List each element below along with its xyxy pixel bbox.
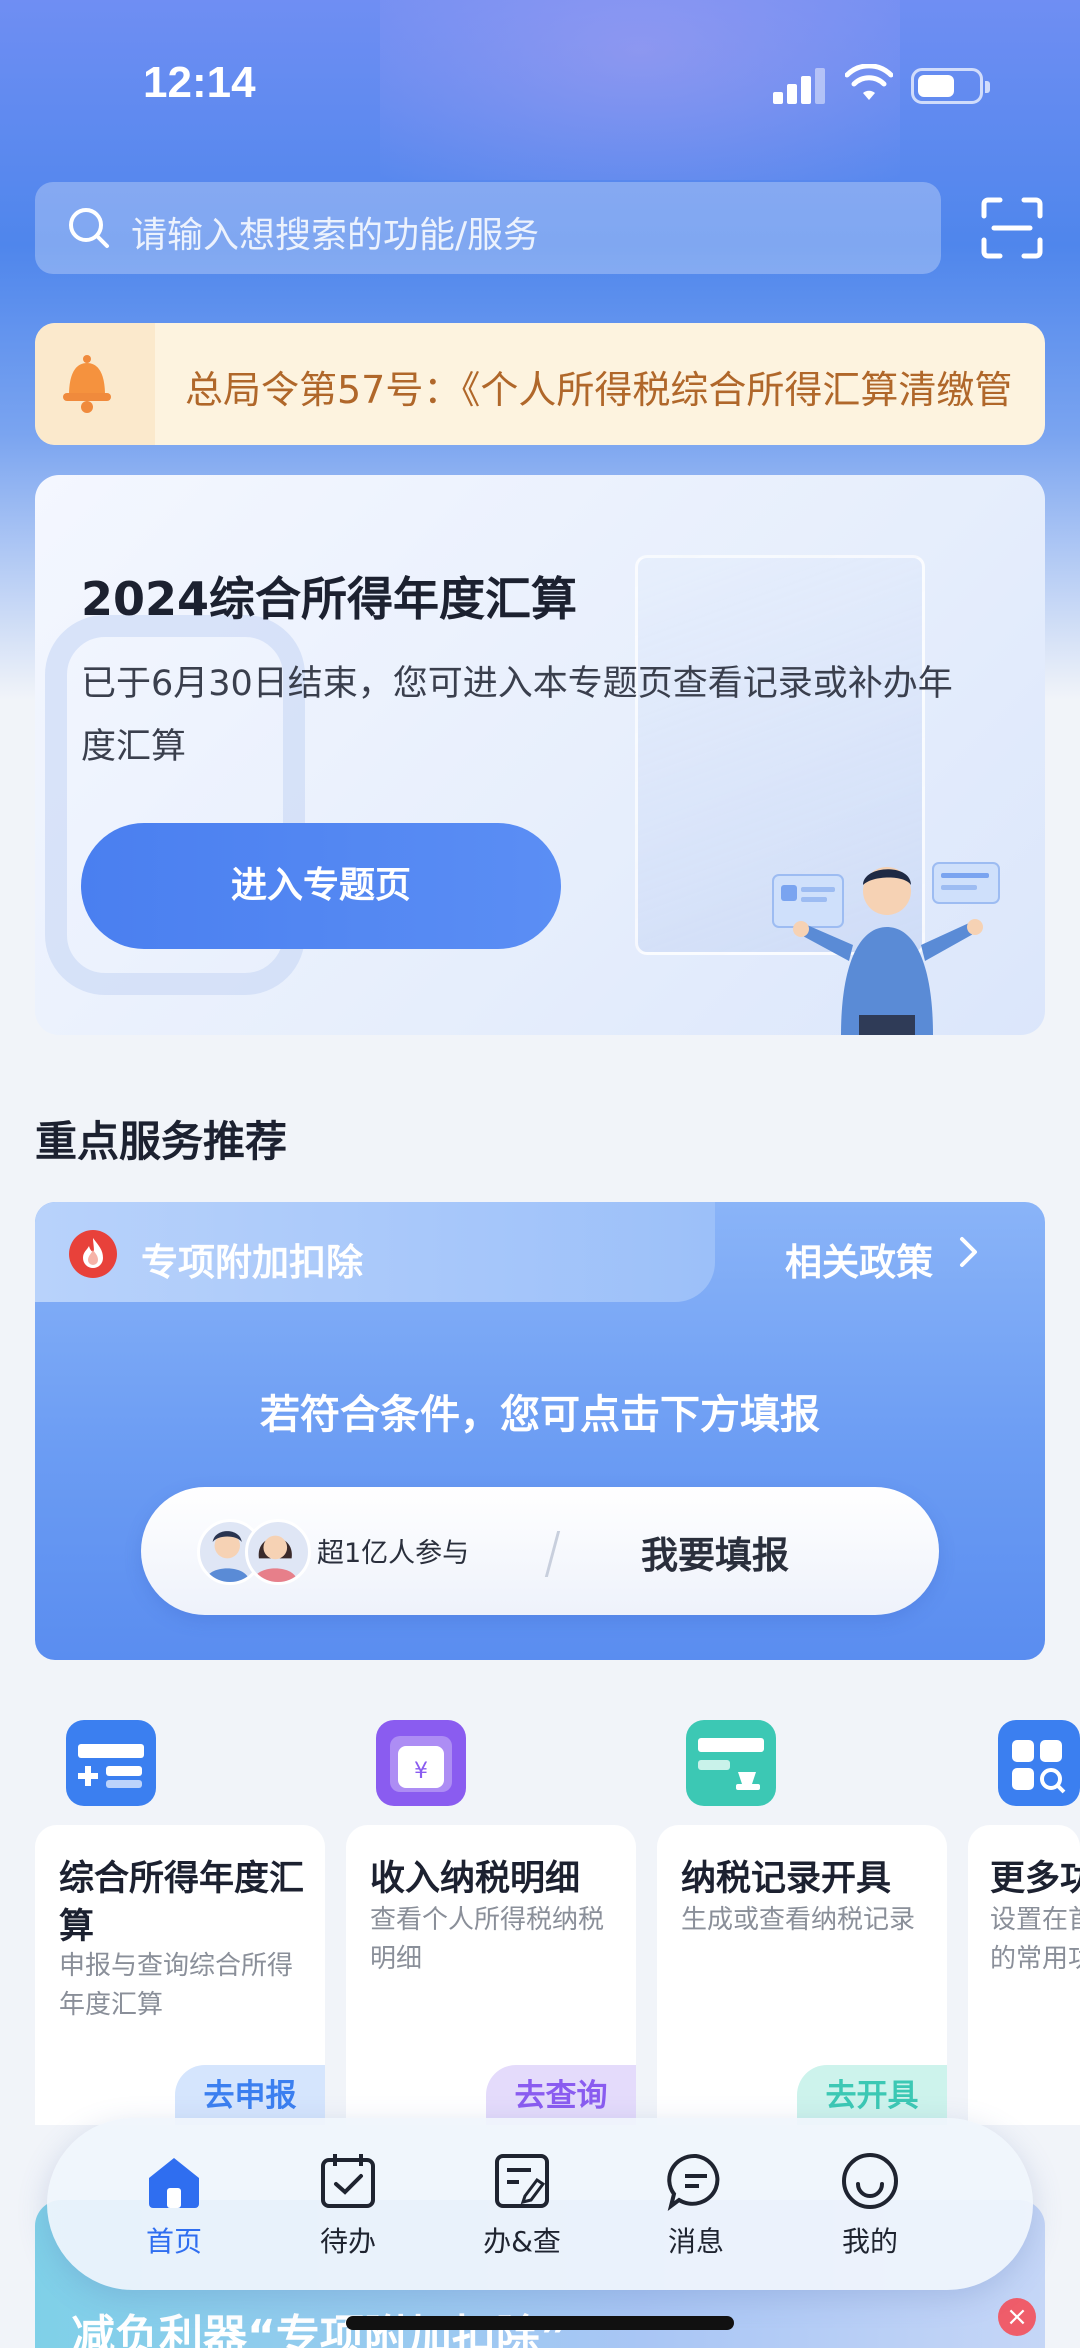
banner-title: 2024综合所得年度汇算 xyxy=(81,572,578,626)
service-card-more[interactable]: 更多功能 设置在首页的常用功能 xyxy=(968,1825,1080,2125)
annual-settlement-banner[interactable]: 2024综合所得年度汇算 已于6月30日结束，您可进入本专题页查看记录或补办年度… xyxy=(35,475,1045,1035)
scan-icon[interactable] xyxy=(980,196,1044,260)
card-title: 纳税记录开具 xyxy=(681,1859,892,1899)
smile-icon xyxy=(842,2153,898,2209)
bell-container xyxy=(35,323,155,445)
card-description: 设置在首页的常用功能 xyxy=(990,1905,1080,1974)
fire-icon xyxy=(69,1230,117,1278)
section-title: 重点服务推荐 xyxy=(35,1117,288,1166)
fill-report-pill[interactable]: 超1亿人参与 我要填报 xyxy=(141,1487,939,1615)
message-icon xyxy=(667,2153,720,2211)
close-icon[interactable]: × xyxy=(998,2298,1036,2336)
notice-bar[interactable]: 总局令第57号：《个人所得税综合所得汇算清缴管 xyxy=(35,323,1045,445)
deduction-prompt: 若符合条件，您可点击下方填报 xyxy=(260,1392,820,1438)
card-title: 更多功能 xyxy=(990,1859,1080,1899)
person-illustration xyxy=(772,862,1000,1035)
avatar xyxy=(245,1519,311,1585)
battery-icon xyxy=(911,68,990,104)
tab-messages[interactable]: 消息 xyxy=(631,2150,761,2270)
tab-label: 我的 xyxy=(841,2225,898,2258)
document-edit-icon xyxy=(495,2154,549,2208)
card-title: 综合所得年度汇算 xyxy=(59,1859,305,1947)
tab-label: 待办 xyxy=(319,2225,376,2258)
status-time: 12:14 xyxy=(143,58,256,107)
card-description: 生成或查看纳税记录 xyxy=(681,1905,916,1935)
home-icon xyxy=(149,2158,199,2208)
service-card-tax-record[interactable]: 纳税记录开具 生成或查看纳税记录 去开具 xyxy=(657,1825,947,2125)
bottom-tab-bar: 首页 待办 办&查 消息 我的 xyxy=(47,2118,1033,2290)
service-card-annual-settlement[interactable]: 综合所得年度汇算 申报与查询综合所得年度汇算 去申报 xyxy=(35,1825,325,2125)
signal-icon xyxy=(773,68,827,104)
chevron-right-icon[interactable] xyxy=(950,1234,986,1270)
participants-count: 超1亿人参与 xyxy=(317,1538,470,1569)
tab-todo[interactable]: 待办 xyxy=(283,2150,413,2270)
svg-text:¥: ¥ xyxy=(414,1759,428,1784)
tab-label: 办&查 xyxy=(483,2225,561,2258)
related-policy-link[interactable]: 相关政策 xyxy=(785,1232,933,1286)
enter-topic-button[interactable]: 进入专题页 xyxy=(81,823,561,949)
tab-handle-query[interactable]: 办&查 xyxy=(457,2150,587,2270)
card-description: 查看个人所得税纳税明细 xyxy=(370,1905,605,1974)
banner-description: 已于6月30日结束，您可进入本专题页查看记录或补办年度汇算 xyxy=(81,664,953,767)
tab-home[interactable]: 首页 xyxy=(109,2150,239,2270)
calendar-check-icon xyxy=(321,2154,375,2208)
annual-settlement-icon xyxy=(66,1720,156,1806)
tab-label: 首页 xyxy=(145,2225,202,2258)
home-indicator xyxy=(346,2316,734,2330)
go-query-button[interactable]: 去查询 xyxy=(486,2065,636,2125)
card-description: 申报与查询综合所得年度汇算 xyxy=(59,1951,294,2020)
deduction-title: 专项附加扣除 xyxy=(141,1241,363,1284)
more-apps-icon xyxy=(998,1720,1080,1806)
bell-icon xyxy=(63,355,111,413)
special-deduction-card: 专项附加扣除 相关政策 若符合条件，您可点击下方填报 超1亿人参与 我要填报 xyxy=(35,1202,1045,1660)
divider xyxy=(544,1531,561,1577)
search-input[interactable]: 请输入想搜索的功能/服务 xyxy=(35,182,941,274)
status-bar: 12:14 xyxy=(0,0,1080,170)
service-card-income-detail[interactable]: 收入纳税明细 查看个人所得税纳税明细 去查询 xyxy=(346,1825,636,2125)
tab-label: 消息 xyxy=(667,2225,724,2258)
notice-text: 总局令第57号：《个人所得税综合所得汇算清缴管 xyxy=(185,368,1013,412)
go-declare-button[interactable]: 去申报 xyxy=(175,2065,325,2125)
deduction-header xyxy=(35,1202,715,1302)
tab-mine[interactable]: 我的 xyxy=(805,2150,935,2270)
fill-report-button[interactable]: 我要填报 xyxy=(641,1525,789,1579)
wifi-icon xyxy=(845,64,893,100)
go-issue-button[interactable]: 去开具 xyxy=(797,2065,947,2125)
income-detail-icon: ¥ xyxy=(376,1720,466,1806)
search-placeholder: 请输入想搜索的功能/服务 xyxy=(131,215,540,256)
card-title: 收入纳税明细 xyxy=(370,1859,581,1899)
search-icon xyxy=(69,208,109,248)
tax-record-icon xyxy=(686,1720,776,1806)
